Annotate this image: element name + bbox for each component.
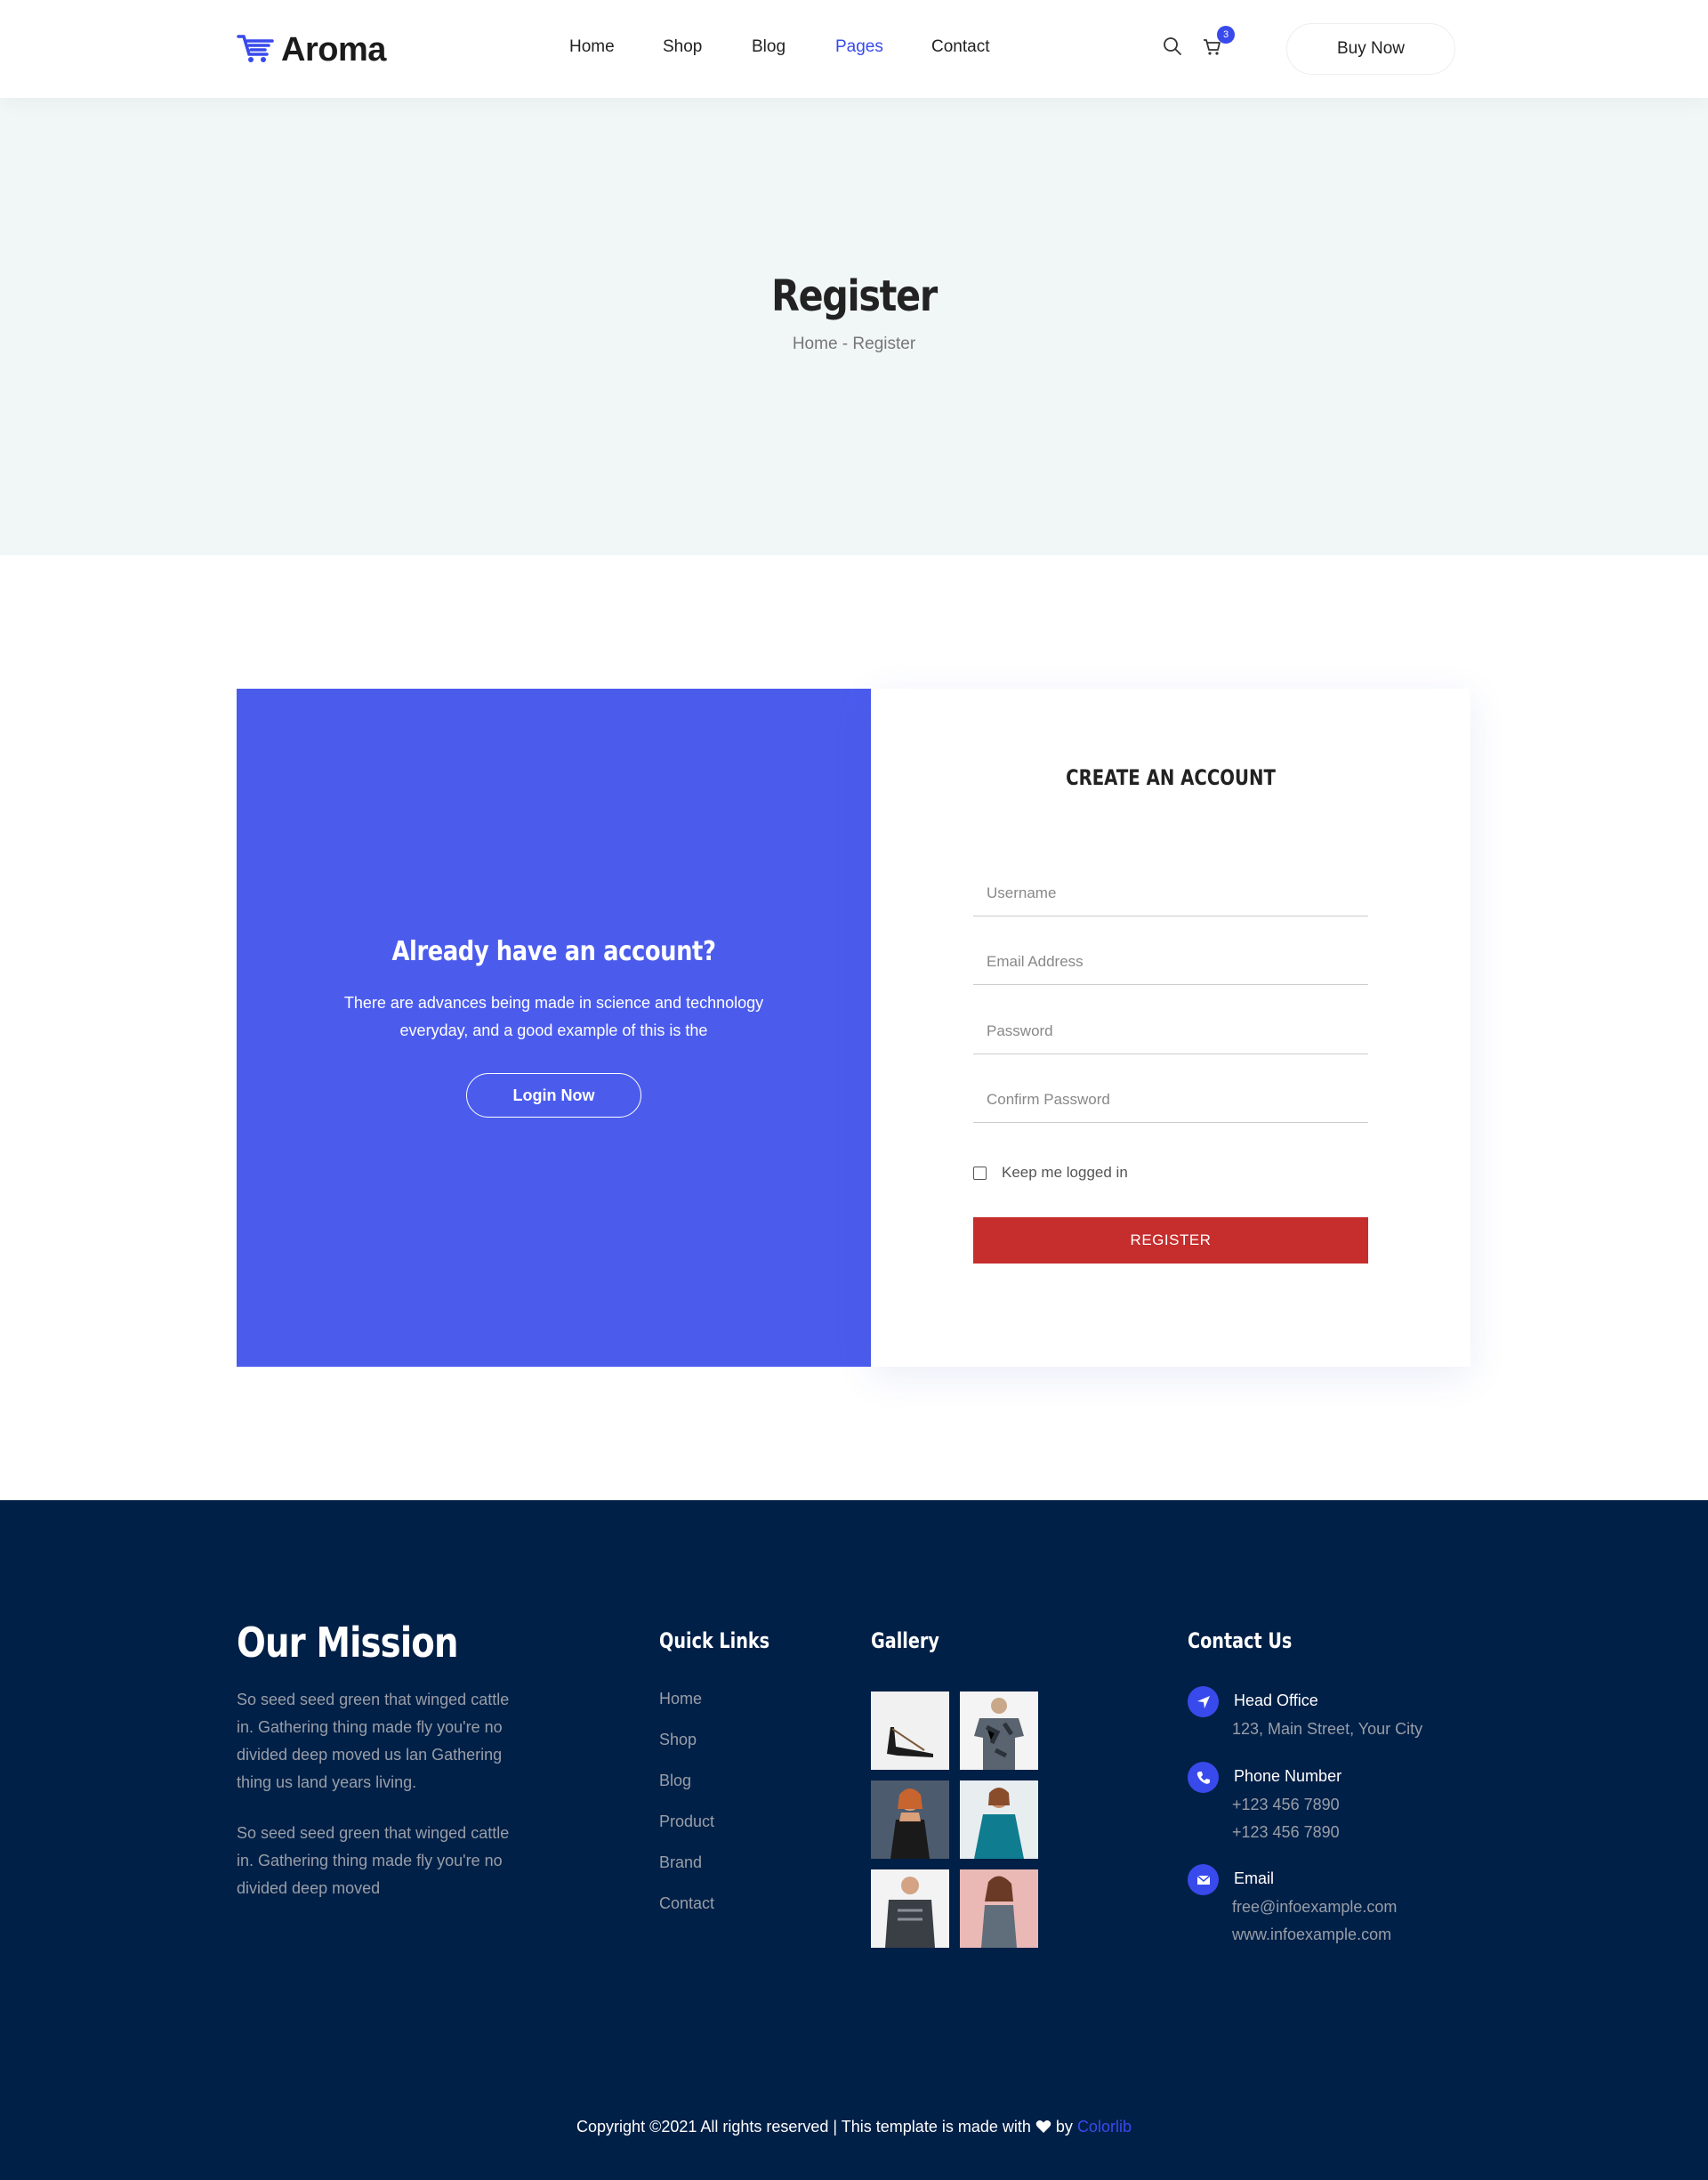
nav-shop[interactable]: Shop <box>663 37 702 57</box>
gallery-image-camo-tshirt[interactable] <box>960 1692 1038 1770</box>
breadcrumb-home[interactable]: Home <box>793 335 838 353</box>
phone-icon <box>1188 1762 1219 1793</box>
copyright: Copyright ©2021 All rights reserved | Th… <box>0 2118 1708 2136</box>
footer-link-product[interactable]: Product <box>659 1813 714 1831</box>
phone-number-2: +123 456 7890 <box>1232 1823 1340 1841</box>
email-label: Email <box>1234 1869 1275 1887</box>
page-banner: Register Home - Register <box>0 98 1708 555</box>
page-title: Register <box>771 271 938 321</box>
location-arrow-icon <box>1188 1686 1219 1717</box>
breadcrumb-separator: - <box>837 335 853 353</box>
footer-link-brand[interactable]: Brand <box>659 1853 702 1872</box>
gallery-image-shoe[interactable] <box>871 1692 949 1770</box>
head-office-address: 123, Main Street, Your City <box>1232 1720 1423 1738</box>
site-header: Aroma Home Shop Blog Pages Contact 3 Buy… <box>0 0 1708 98</box>
gallery-image-woman-black-dress[interactable] <box>871 1780 949 1859</box>
confirm-password-field[interactable]: Confirm Password <box>973 1077 1368 1123</box>
contact-title: Contact Us <box>1188 1628 1293 1653</box>
colorlib-link[interactable]: Colorlib <box>1077 2118 1132 2136</box>
footer-link-contact[interactable]: Contact <box>659 1894 714 1913</box>
gallery-image-man-jersey[interactable] <box>871 1869 949 1948</box>
nav-home[interactable]: Home <box>569 37 615 57</box>
mission-paragraph-1: So seed seed green that winged cattle in… <box>237 1691 510 1791</box>
copyright-by: by <box>1055 2118 1073 2136</box>
nav-contact[interactable]: Contact <box>931 37 989 57</box>
search-icon[interactable] <box>1160 34 1185 59</box>
gallery-image-woman-grey-top[interactable] <box>960 1869 1038 1948</box>
footer-link-blog[interactable]: Blog <box>659 1772 691 1790</box>
keep-logged-in[interactable]: Keep me logged in <box>973 1164 1128 1182</box>
footer-link-shop[interactable]: Shop <box>659 1731 697 1749</box>
gallery-image-woman-teal-dress[interactable] <box>960 1780 1038 1859</box>
register-button[interactable]: REGISTER <box>973 1217 1368 1264</box>
keep-logged-in-checkbox[interactable] <box>973 1166 987 1180</box>
heart-icon <box>1035 2118 1051 2136</box>
login-prompt-panel: Already have an account? There are advan… <box>237 689 871 1367</box>
phone-number-1: +123 456 7890 <box>1232 1796 1340 1813</box>
username-field[interactable]: Username <box>973 870 1368 916</box>
breadcrumb: Home - Register <box>0 335 1708 354</box>
mission-title: Our Mission <box>237 1619 458 1667</box>
gallery-title: Gallery <box>871 1628 939 1653</box>
quick-links-title: Quick Links <box>659 1628 770 1653</box>
nav-pages[interactable]: Pages <box>835 37 883 57</box>
footer-link-home[interactable]: Home <box>659 1690 702 1708</box>
password-field[interactable]: Password <box>973 1008 1368 1054</box>
head-office-label: Head Office <box>1234 1692 1318 1709</box>
login-prompt-text: There are advances being made in science… <box>343 994 764 1039</box>
buy-now-button[interactable]: Buy Now <box>1286 23 1455 75</box>
email-address[interactable]: free@infoexample.com <box>1232 1898 1397 1917</box>
site-footer: Our Mission So seed seed green that wing… <box>0 1500 1708 2180</box>
keep-logged-in-label: Keep me logged in <box>1002 1164 1128 1181</box>
copyright-text: Copyright ©2021 All rights reserved | Th… <box>576 2118 1031 2136</box>
breadcrumb-current: Register <box>852 335 916 353</box>
website-address[interactable]: www.infoexample.com <box>1232 1926 1391 1944</box>
envelope-icon <box>1188 1864 1219 1895</box>
phone-label: Phone Number <box>1234 1767 1342 1785</box>
login-prompt-title: Already have an account? <box>391 936 716 967</box>
register-form-panel: CREATE AN ACCOUNT Username Email Address… <box>871 689 1470 1367</box>
login-now-button[interactable]: Login Now <box>466 1073 641 1118</box>
nav-blog[interactable]: Blog <box>752 37 786 57</box>
email-field[interactable]: Email Address <box>973 939 1368 985</box>
register-form-title: CREATE AN ACCOUNT <box>1066 765 1276 790</box>
cart-count-badge: 3 <box>1217 26 1235 44</box>
mission-paragraph-2: So seed seed green that winged cattle in… <box>237 1824 510 1897</box>
